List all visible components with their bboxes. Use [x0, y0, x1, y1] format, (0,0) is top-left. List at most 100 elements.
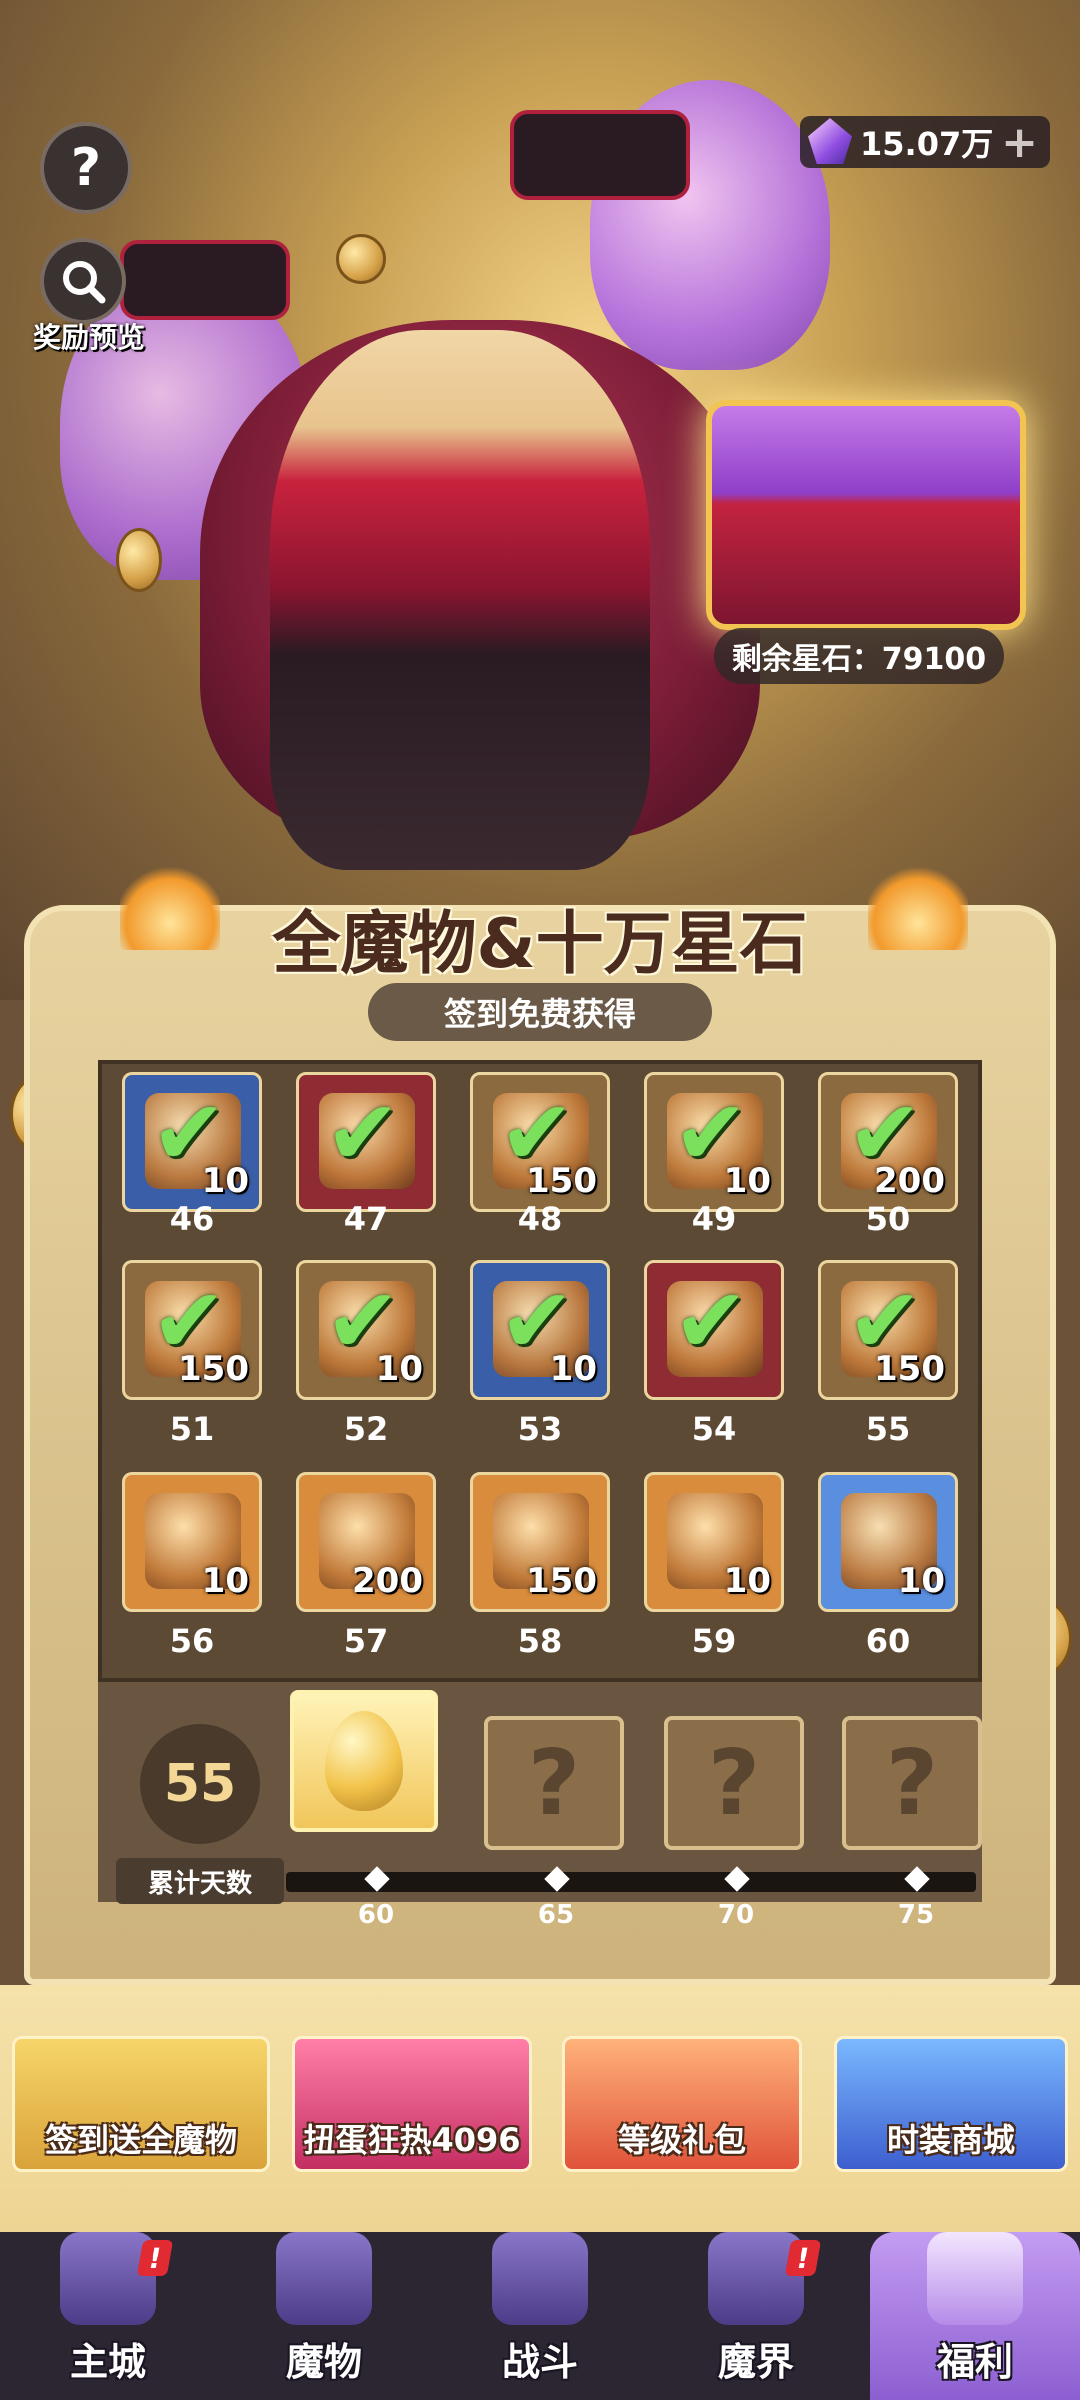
day-label: 52	[343, 1410, 389, 1448]
day-label: 51	[169, 1410, 215, 1448]
milestone-reward-60[interactable]	[290, 1690, 438, 1832]
reward-quantity: 10	[723, 1561, 771, 1601]
day-label: 60	[865, 1622, 911, 1660]
reward-cell-day-46[interactable]: ✔ 10	[122, 1072, 262, 1212]
notification-badge: !	[136, 2240, 174, 2276]
banner-level-pack[interactable]: 等级礼包	[562, 2036, 802, 2172]
milestone-label: 65	[537, 1900, 575, 1930]
reward-quantity: 150	[178, 1349, 249, 1389]
nav-main-city[interactable]: 主城	[0, 2232, 216, 2400]
checkmark-icon: ✔	[325, 1081, 401, 1186]
days-count: 55	[140, 1724, 260, 1844]
board-title: 全魔物&十万星石	[272, 905, 808, 984]
reward-quantity: 200	[874, 1161, 945, 1201]
nav-label: 魔物	[285, 2340, 362, 2384]
reward-preview-button[interactable]	[40, 238, 126, 324]
day-label: 48	[517, 1200, 563, 1238]
star-stone-balance: 15.07万 +	[800, 116, 1050, 168]
reward-cell-day-56[interactable]: 10	[122, 1472, 262, 1612]
day-label: 47	[343, 1200, 389, 1238]
reward-quantity: 200	[352, 1561, 423, 1601]
locked-question-icon: ?	[885, 1730, 939, 1836]
locked-question-icon: ?	[707, 1730, 761, 1836]
day-label: 56	[169, 1622, 215, 1660]
reward-cell-day-49[interactable]: ✔ 10	[644, 1072, 784, 1212]
reward-cell-day-53[interactable]: ✔ 10	[470, 1260, 610, 1400]
nav-label: 战斗	[501, 2340, 578, 2384]
golden-egg-icon	[325, 1711, 403, 1811]
star-stone-icon	[808, 118, 852, 164]
board-subtitle: 签到免费获得	[368, 983, 712, 1041]
magnifier-icon	[63, 261, 106, 304]
day-label: 57	[343, 1622, 389, 1660]
milestone-label: 75	[897, 1900, 935, 1930]
reward-quantity: 10	[549, 1349, 597, 1389]
day-label: 54	[691, 1410, 737, 1448]
reward-cell-day-60[interactable]: 10	[818, 1472, 958, 1612]
reward-cell-day-51[interactable]: ✔ 150	[122, 1260, 262, 1400]
reward-cell-day-59[interactable]: 10	[644, 1472, 784, 1612]
sword-shield-icon	[492, 2232, 588, 2325]
days-label: 累计天数	[116, 1858, 284, 1904]
notification-badge: !	[784, 2240, 822, 2276]
milestone-label: 60	[357, 1900, 395, 1930]
currency-value: 15.07万	[860, 125, 994, 163]
banner-label: 等级礼包	[617, 2121, 746, 2159]
banner-fashion-shop[interactable]: 时装商城	[834, 2036, 1068, 2172]
reward-quantity: 150	[874, 1349, 945, 1389]
reward-cell-day-58[interactable]: 150	[470, 1472, 610, 1612]
nav-label: 主城	[69, 2340, 146, 2384]
hat-left	[120, 240, 290, 320]
day-label: 55	[865, 1410, 911, 1448]
day-label: 58	[517, 1622, 563, 1660]
nav-welfare[interactable]: 福利	[870, 2232, 1080, 2400]
help-button[interactable]: ?	[40, 122, 132, 214]
nav-battle[interactable]: 战斗	[432, 2232, 648, 2400]
remaining-stones-label: 剩余星石：79100	[714, 628, 1004, 684]
milestone-reward-70[interactable]: ?	[664, 1716, 804, 1850]
reward-cell-day-54[interactable]: ✔	[644, 1260, 784, 1400]
reward-quantity: 10	[723, 1161, 771, 1201]
character	[270, 330, 650, 870]
banner-label: 签到送全魔物	[44, 2121, 237, 2159]
gift-chest-icon	[927, 2232, 1023, 2325]
reward-quantity: 10	[201, 1161, 249, 1201]
reward-quantity: 10	[201, 1561, 249, 1601]
coin	[116, 528, 162, 592]
hat-right	[510, 110, 690, 200]
day-label: 53	[517, 1410, 563, 1448]
reward-cell-day-52[interactable]: ✔ 10	[296, 1260, 436, 1400]
reward-quantity: 150	[526, 1561, 597, 1601]
coin	[336, 234, 386, 284]
banner-label: 时装商城	[886, 2121, 1015, 2159]
reward-cell-day-48[interactable]: ✔ 150	[470, 1072, 610, 1212]
nav-label: 福利	[936, 2340, 1013, 2384]
reward-cell-day-55[interactable]: ✔ 150	[818, 1260, 958, 1400]
day-label: 59	[691, 1622, 737, 1660]
banner-label: 扭蛋狂热4096	[303, 2121, 521, 2159]
milestone-reward-75[interactable]: ?	[842, 1716, 982, 1850]
reward-cell-day-47[interactable]: ✔	[296, 1072, 436, 1212]
reward-quantity: 150	[526, 1161, 597, 1201]
day-label: 46	[169, 1200, 215, 1238]
reward-cell-day-57[interactable]: 200	[296, 1472, 436, 1612]
day-label: 49	[691, 1200, 737, 1238]
reward-cell-day-50[interactable]: ✔ 200	[818, 1072, 958, 1212]
reward-quantity: 10	[897, 1561, 945, 1601]
nav-monsters[interactable]: 魔物	[216, 2232, 432, 2400]
add-currency-button[interactable]: +	[1001, 117, 1038, 168]
reward-quantity: 10	[375, 1349, 423, 1389]
flame-monster-icon	[276, 2232, 372, 2325]
reward-preview-label[interactable]: 奖励预览	[24, 316, 154, 356]
star-stone-chest	[706, 400, 1026, 630]
milestone-label: 70	[717, 1900, 755, 1930]
milestone-reward-65[interactable]: ?	[484, 1716, 624, 1850]
banner-gacha[interactable]: 扭蛋狂热4096	[292, 2036, 532, 2172]
banner-sign-in[interactable]: 签到送全魔物	[12, 2036, 270, 2172]
question-icon: ?	[70, 138, 102, 198]
nav-demon-realm[interactable]: 魔界	[648, 2232, 864, 2400]
progress-track	[286, 1866, 976, 1892]
day-label: 50	[865, 1200, 911, 1238]
checkmark-icon: ✔	[673, 1269, 749, 1374]
locked-question-icon: ?	[527, 1730, 581, 1836]
